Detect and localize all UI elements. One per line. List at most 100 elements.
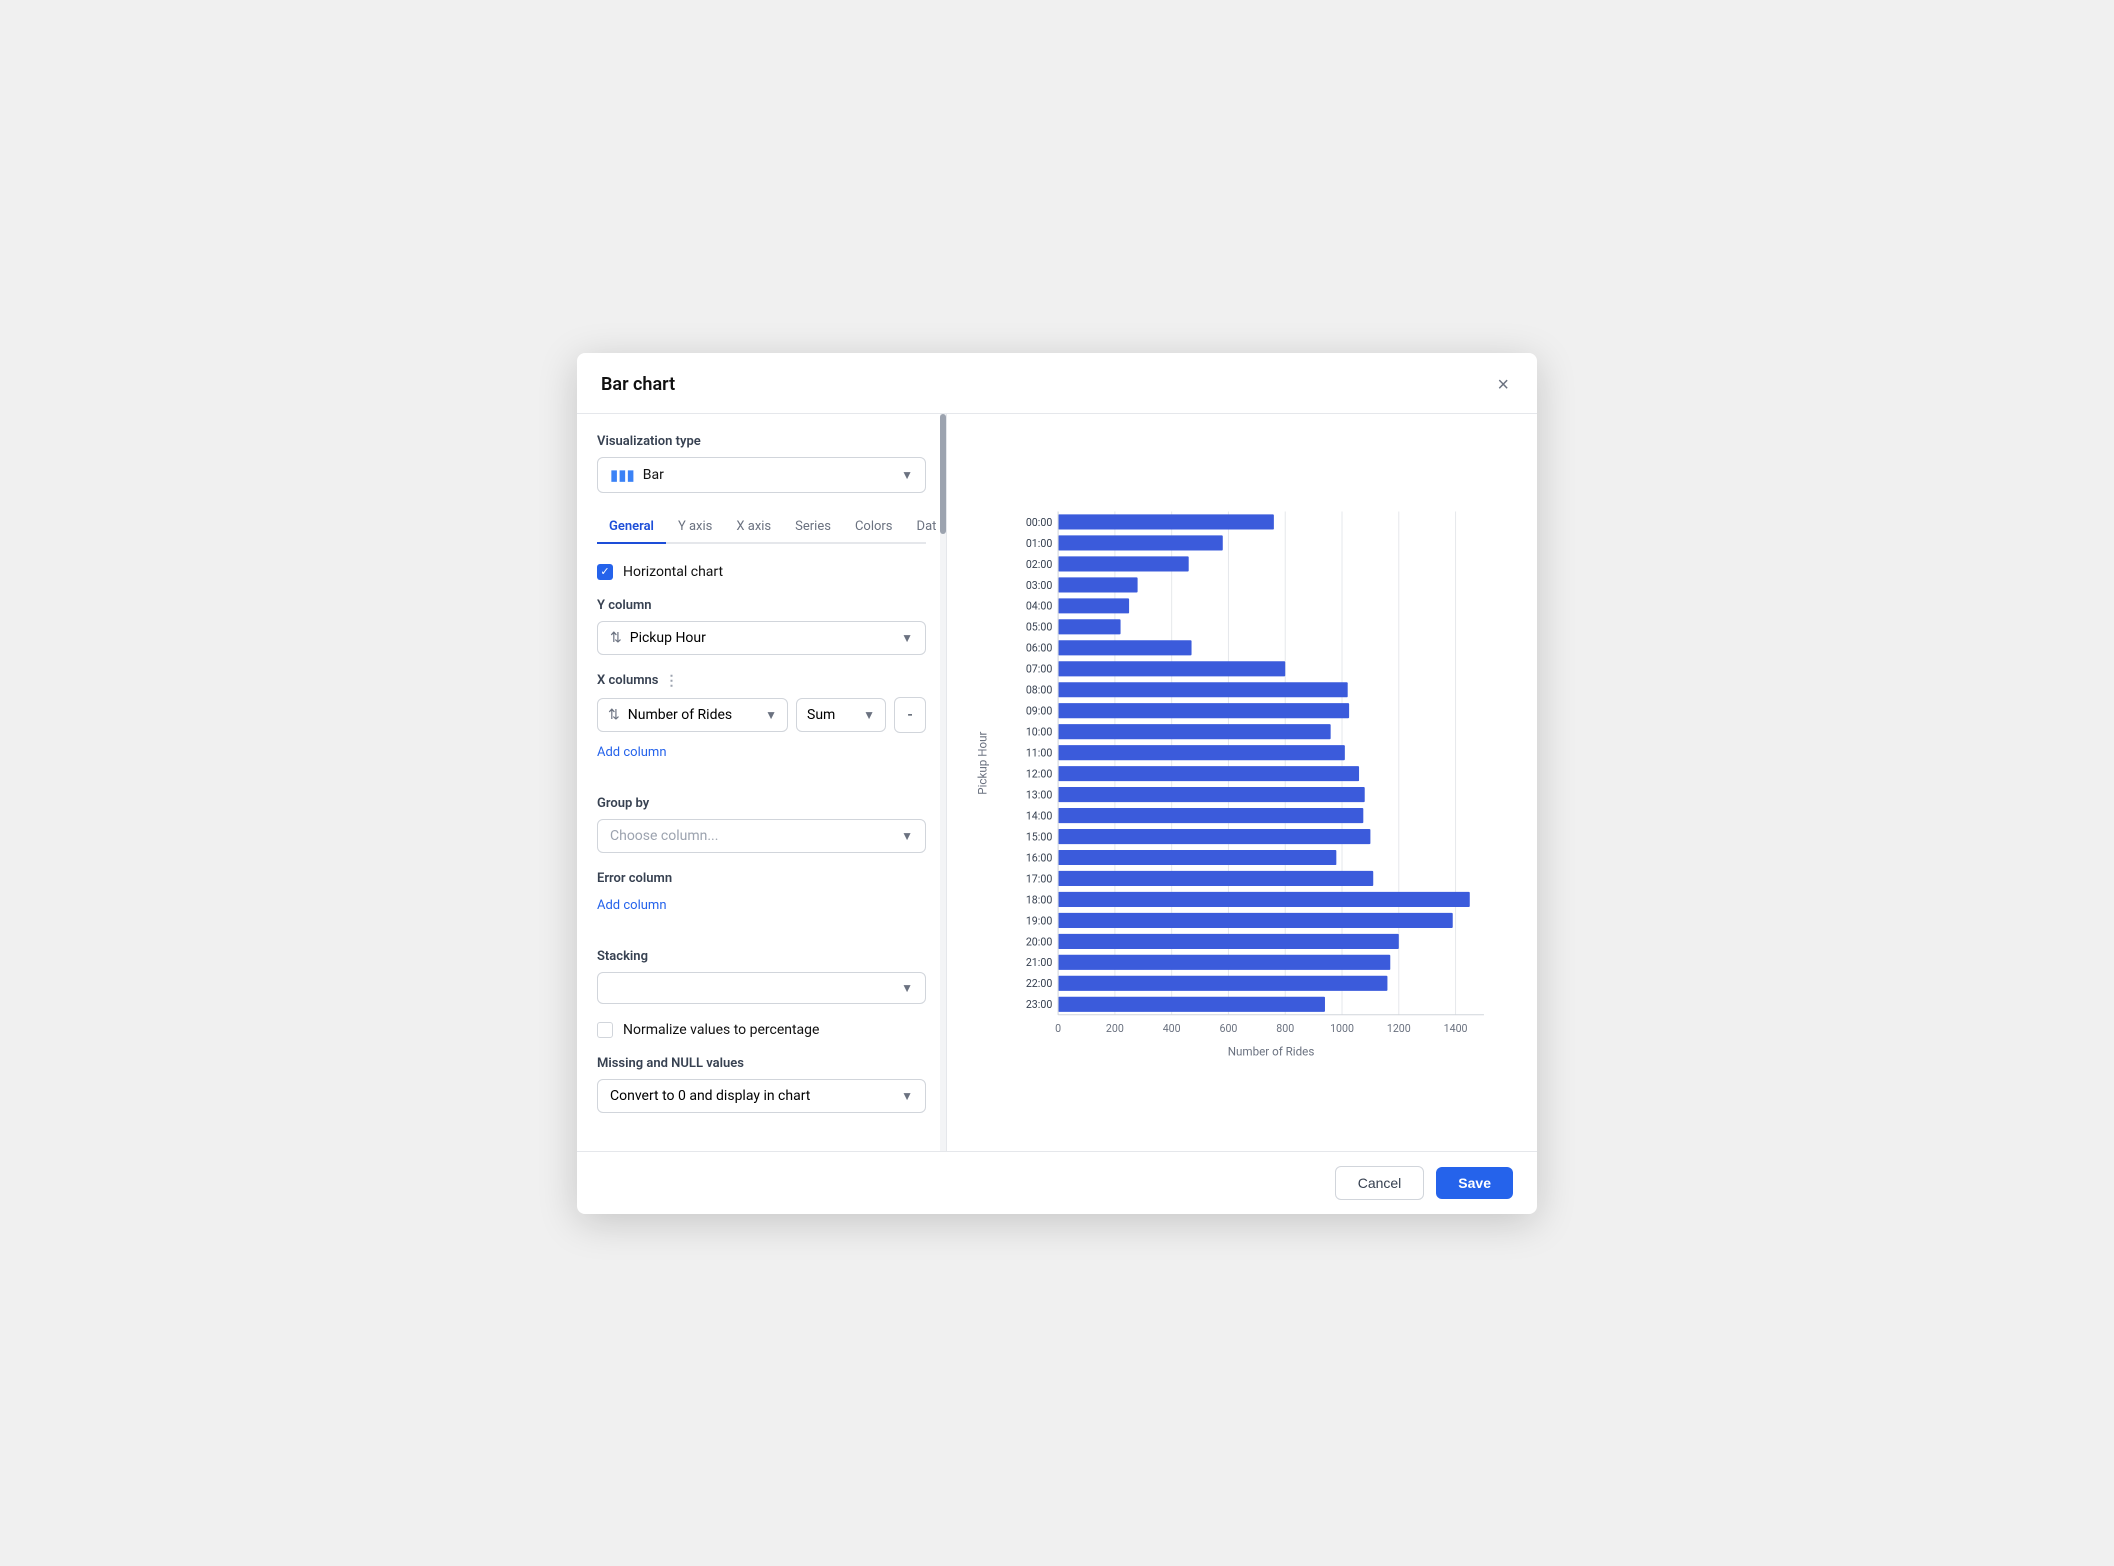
x-columns-label: X columns ⋮ [597, 673, 926, 689]
viz-type-chevron: ▼ [901, 468, 913, 482]
tab-colors[interactable]: Colors [843, 511, 905, 544]
modal-body: Visualization type ▮▮▮ Bar ▼ General Y a… [577, 414, 1537, 1151]
bar-chart-modal: Bar chart × Visualization type ▮▮▮ Bar ▼… [577, 353, 1537, 1214]
checkmark-icon: ✓ [600, 565, 609, 578]
scrollbar-thumb[interactable] [940, 414, 946, 534]
group-by-section: Group by Choose column... ▼ [597, 796, 926, 853]
x-columns-dots-icon: ⋮ [664, 673, 678, 689]
chart-area: 0 200 400 600 800 1000 1200 1400 00:00 01:00 02:00… [971, 434, 1513, 1131]
normalize-label: Normalize values to percentage [623, 1022, 819, 1038]
svg-text:08:00: 08:00 [1026, 683, 1052, 696]
svg-text:01:00: 01:00 [1026, 536, 1052, 549]
bar-chart-icon: ▮▮▮ [610, 466, 635, 484]
y-column-chevron: ▼ [901, 631, 913, 645]
missing-null-section: Missing and NULL values Convert to 0 and… [597, 1056, 926, 1113]
svg-text:03:00: 03:00 [1026, 578, 1052, 591]
svg-text:1000: 1000 [1330, 1022, 1354, 1035]
modal-header: Bar chart × [577, 353, 1537, 414]
error-column-section: Error column Add column [597, 871, 926, 931]
stacking-chevron: ▼ [901, 981, 913, 995]
save-button[interactable]: Save [1436, 1167, 1513, 1199]
svg-text:20:00: 20:00 [1026, 935, 1052, 948]
svg-text:14:00: 14:00 [1026, 809, 1052, 822]
tab-xaxis[interactable]: X axis [724, 511, 783, 544]
svg-text:17:00: 17:00 [1026, 872, 1052, 885]
group-by-label: Group by [597, 796, 926, 811]
x-column-value: Number of Rides [628, 707, 732, 723]
y-column-label: Y column [597, 598, 926, 613]
svg-text:15:00: 15:00 [1026, 830, 1052, 843]
horizontal-chart-checkbox[interactable]: ✓ [597, 564, 613, 580]
x-col-chevron: ▼ [765, 708, 777, 722]
svg-text:00:00: 00:00 [1026, 515, 1052, 528]
group-by-placeholder: Choose column... [610, 828, 718, 844]
svg-text:04:00: 04:00 [1026, 599, 1052, 612]
right-panel: 0 200 400 600 800 1000 1200 1400 00:00 01:00 02:00… [947, 414, 1537, 1151]
group-by-chevron: ▼ [901, 829, 913, 843]
stacking-select[interactable]: ▼ [597, 972, 926, 1004]
error-add-column-link[interactable]: Add column [597, 898, 667, 913]
x-column-select[interactable]: ⇅ Number of Rides ▼ [597, 698, 788, 732]
missing-null-chevron: ▼ [901, 1089, 913, 1103]
normalize-checkbox[interactable] [597, 1022, 613, 1038]
svg-text:1200: 1200 [1387, 1022, 1411, 1035]
svg-text:10:00: 10:00 [1026, 725, 1052, 738]
y-column-icon: ⇅ [610, 630, 622, 646]
viz-type-label: Visualization type [597, 434, 926, 449]
missing-null-select[interactable]: Convert to 0 and display in chart ▼ [597, 1079, 926, 1113]
remove-column-button[interactable]: - [894, 697, 926, 733]
group-by-select[interactable]: Choose column... ▼ [597, 819, 926, 853]
left-panel: Visualization type ▮▮▮ Bar ▼ General Y a… [577, 414, 947, 1151]
agg-select[interactable]: Sum ▼ [796, 698, 886, 732]
svg-text:12:00: 12:00 [1026, 767, 1052, 780]
agg-chevron: ▼ [863, 708, 875, 722]
svg-text:800: 800 [1276, 1022, 1294, 1035]
missing-null-value: Convert to 0 and display in chart [610, 1088, 810, 1104]
svg-text:1400: 1400 [1444, 1022, 1468, 1035]
viz-type-section: Visualization type ▮▮▮ Bar ▼ [597, 434, 926, 493]
modal-footer: Cancel Save [577, 1151, 1537, 1214]
svg-text:11:00: 11:00 [1026, 746, 1052, 759]
add-column-link[interactable]: Add column [597, 745, 667, 760]
svg-text:19:00: 19:00 [1026, 914, 1052, 927]
y-column-select[interactable]: ⇅ Pickup Hour ▼ [597, 621, 926, 655]
svg-text:Number of Rides: Number of Rides [1228, 1044, 1315, 1058]
y-column-value: Pickup Hour [630, 630, 706, 646]
svg-text:02:00: 02:00 [1026, 557, 1052, 570]
tab-yaxis[interactable]: Y axis [666, 511, 724, 544]
stacking-label: Stacking [597, 949, 926, 964]
horizontal-chart-label: Horizontal chart [623, 564, 723, 580]
error-column-label: Error column [597, 871, 926, 886]
cancel-button[interactable]: Cancel [1335, 1166, 1425, 1200]
scrollbar-track [940, 414, 946, 1151]
svg-text:Pickup Hour: Pickup Hour [975, 731, 989, 794]
modal-title: Bar chart [601, 374, 675, 395]
svg-text:07:00: 07:00 [1026, 662, 1052, 675]
svg-text:16:00: 16:00 [1026, 851, 1052, 864]
viz-type-select[interactable]: ▮▮▮ Bar ▼ [597, 457, 926, 493]
stacking-section: Stacking ▼ [597, 949, 926, 1004]
missing-null-label: Missing and NULL values [597, 1056, 926, 1071]
agg-value: Sum [807, 707, 835, 723]
svg-text:600: 600 [1219, 1022, 1237, 1035]
close-button[interactable]: × [1493, 371, 1513, 399]
svg-text:21:00: 21:00 [1026, 956, 1052, 969]
svg-text:13:00: 13:00 [1026, 788, 1052, 801]
svg-text:18:00: 18:00 [1026, 893, 1052, 906]
tab-series[interactable]: Series [783, 511, 843, 544]
config-tabs: General Y axis X axis Series Colors Dat … [597, 511, 926, 544]
svg-text:05:00: 05:00 [1026, 620, 1052, 633]
svg-text:23:00: 23:00 [1026, 998, 1052, 1011]
svg-text:06:00: 06:00 [1026, 641, 1052, 654]
x-columns-section: X columns ⋮ ⇅ Number of Rides ▼ Sum ▼ [597, 673, 926, 778]
x-col-icon: ⇅ [608, 707, 620, 723]
normalize-row: Normalize values to percentage [597, 1022, 926, 1038]
x-columns-row: ⇅ Number of Rides ▼ Sum ▼ - [597, 697, 926, 733]
bar-chart-svg: 0 200 400 600 800 1000 1200 1400 00:00 01:00 02:00… [971, 434, 1513, 1131]
y-column-section: Y column ⇅ Pickup Hour ▼ [597, 598, 926, 655]
svg-text:0: 0 [1055, 1022, 1061, 1035]
svg-text:200: 200 [1106, 1022, 1124, 1035]
svg-text:400: 400 [1163, 1022, 1181, 1035]
svg-text:09:00: 09:00 [1026, 704, 1052, 717]
tab-general[interactable]: General [597, 511, 666, 544]
